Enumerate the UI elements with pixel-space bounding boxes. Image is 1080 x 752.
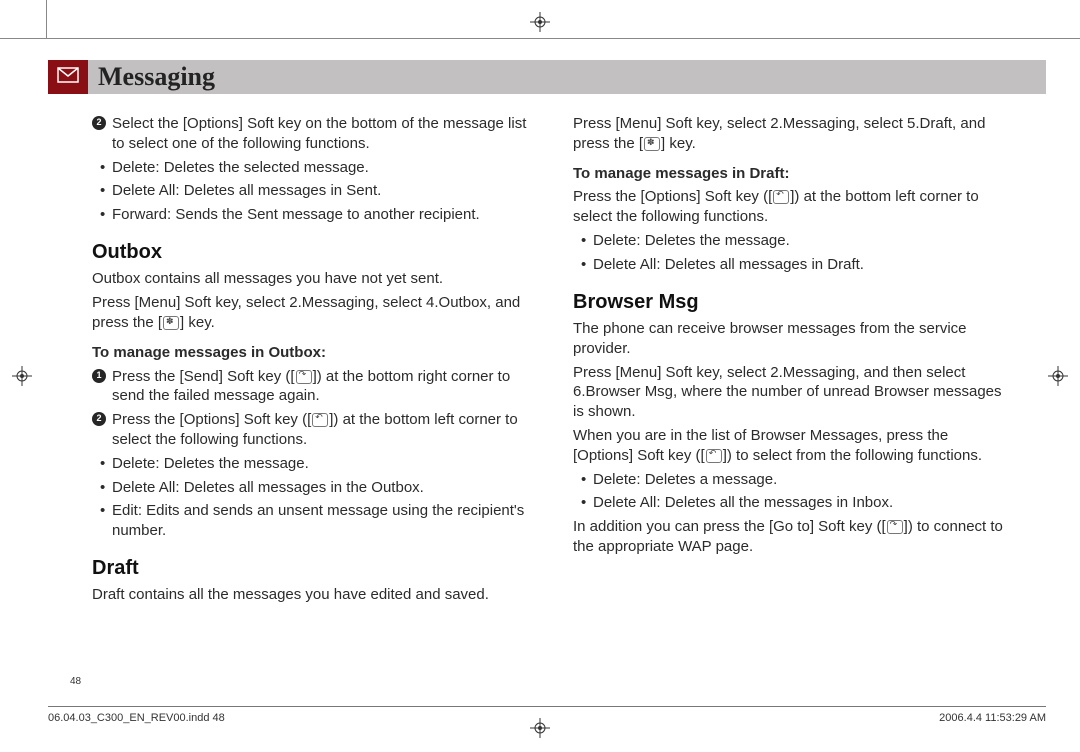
bullet-item: Delete: Deletes the selected message. — [100, 158, 529, 178]
manual-page: { "header":{"title":"Messaging"}, "col1"… — [0, 0, 1080, 752]
step-number-icon: 2 — [92, 412, 106, 426]
page-body: 2 Select the [Options] Soft key on the bo… — [92, 110, 1010, 692]
bullet-item: Delete: Deletes the message. — [100, 454, 529, 474]
step-text: Select the [Options] Soft key on the bot… — [112, 115, 526, 152]
section-heading-browser: Browser Msg — [573, 289, 1010, 315]
paragraph: Press [Menu] Soft key, select 2.Messagin… — [573, 363, 1010, 422]
bullet-item: Forward: Sends the Sent message to anoth… — [100, 205, 529, 225]
footer-left: 06.04.03_C300_EN_REV00.indd 48 — [48, 712, 225, 724]
footer-right: 2006.4.4 11:53:29 AM — [939, 712, 1046, 724]
bullet-item: Delete: Deletes the message. — [581, 231, 1010, 251]
registration-mark-top — [530, 12, 550, 32]
left-column: 2 Select the [Options] Soft key on the bo… — [92, 110, 529, 692]
paragraph: Press [Menu] Soft key, select 2.Messagin… — [92, 293, 529, 333]
left-softkey-icon — [773, 190, 789, 204]
registration-mark-left — [12, 366, 32, 386]
bullet-item: Edit: Edits and sends an unsent message … — [100, 501, 529, 541]
envelope-icon — [57, 67, 79, 88]
right-column: Press [Menu] Soft key, select 2.Messagin… — [573, 110, 1010, 692]
bullet-item: Delete All: Deletes all the messages in … — [581, 493, 1010, 513]
paragraph: In addition you can press the [Go to] So… — [573, 517, 1010, 557]
page-number: 48 — [70, 676, 81, 687]
subheading-draft-manage: To manage messages in Draft: — [573, 164, 1010, 184]
page-footer: 06.04.03_C300_EN_REV00.indd 48 2006.4.4 … — [48, 706, 1046, 724]
step-item: 2 Select the [Options] Soft key on the bo… — [92, 114, 529, 154]
bullet-item: Delete All: Deletes all messages in Draf… — [581, 255, 1010, 275]
left-softkey-icon — [312, 413, 328, 427]
paragraph: Draft contains all the messages you have… — [92, 585, 529, 605]
section-heading-outbox: Outbox — [92, 239, 529, 265]
step-item: 1Press the [Send] Soft key ([]) at the b… — [92, 367, 529, 407]
crop-mark-horizontal — [0, 38, 1080, 39]
chapter-tab — [48, 60, 88, 94]
step-item: 2Press the [Options] Soft key ([]) at th… — [92, 410, 529, 450]
crop-mark-vertical — [46, 0, 47, 38]
paragraph: Press [Menu] Soft key, select 2.Messagin… — [573, 114, 1010, 154]
step-number-icon: 2 — [92, 116, 106, 130]
right-softkey-icon — [887, 520, 903, 534]
bullet-item: Delete All: Deletes all messages in the … — [100, 478, 529, 498]
step-number-icon: 1 — [92, 369, 106, 383]
chapter-title: Messaging — [98, 62, 215, 92]
ok-key-icon — [644, 137, 660, 151]
paragraph: When you are in the list of Browser Mess… — [573, 426, 1010, 466]
ok-key-icon — [163, 316, 179, 330]
chapter-header-bar: Messaging — [48, 60, 1046, 94]
right-softkey-icon — [296, 370, 312, 384]
paragraph: Press the [Options] Soft key ([]) at the… — [573, 187, 1010, 227]
subheading-outbox-manage: To manage messages in Outbox: — [92, 343, 529, 363]
paragraph: Outbox contains all messages you have no… — [92, 269, 529, 289]
bullet-item: Delete: Deletes a message. — [581, 470, 1010, 490]
paragraph: The phone can receive browser messages f… — [573, 319, 1010, 359]
bullet-item: Delete All: Deletes all messages in Sent… — [100, 181, 529, 201]
section-heading-draft: Draft — [92, 555, 529, 581]
registration-mark-right — [1048, 366, 1068, 386]
left-softkey-icon — [706, 449, 722, 463]
